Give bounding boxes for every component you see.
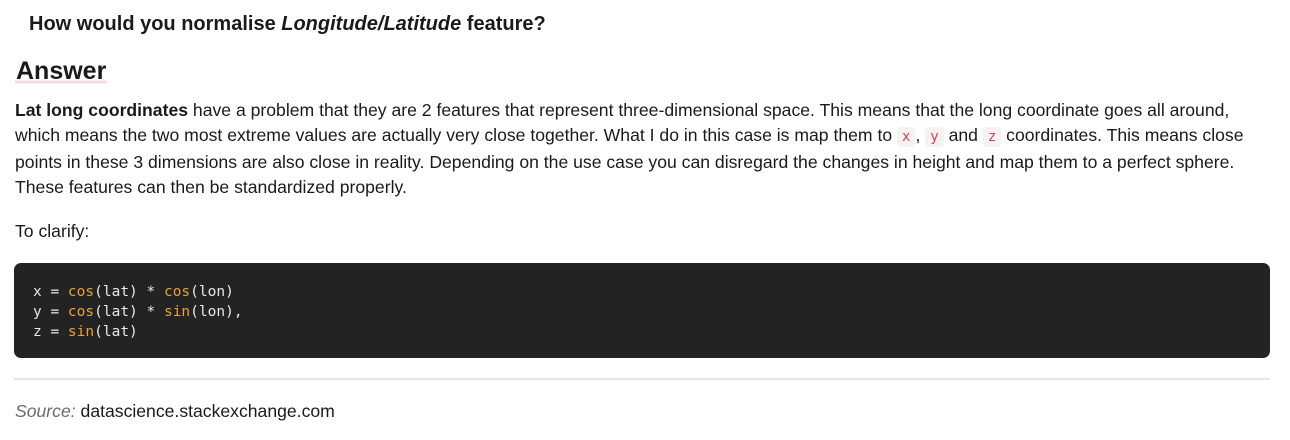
code-line-y: y = cos(lat) * sin(lon), <box>33 302 1251 322</box>
question-emphasis: Longitude/Latitude <box>281 13 462 35</box>
question-title: How would you normalise Longitude/Latitu… <box>29 11 546 37</box>
code-line-y-mid: (lat) * <box>94 304 164 320</box>
clarify-text: To clarify: <box>15 221 90 241</box>
code-line-z: z = sin(lat) <box>33 322 1251 342</box>
code-fn-cos: cos <box>163 284 191 300</box>
answer-bold-lead: Lat long coordinates <box>15 100 189 120</box>
divider <box>14 378 1270 380</box>
code-line-x-end: (lon) <box>190 284 234 300</box>
code-line-z-end: (lat) <box>94 324 138 340</box>
answer-sep-2: and <box>943 125 983 145</box>
question-suffix: feature? <box>461 13 546 35</box>
code-line-z-lhs: z = <box>33 324 68 340</box>
code-line-x-mid: (lat) * <box>94 284 164 300</box>
code-line-y-end: (lon), <box>190 304 243 320</box>
code-fn-sin: sin <box>67 324 95 340</box>
inline-code-y: y <box>925 127 944 147</box>
code-fn-cos: cos <box>67 304 95 320</box>
code-block: x = cos(lat) * cos(lon) y = cos(lat) * s… <box>14 263 1270 358</box>
code-fn-sin: sin <box>163 304 191 320</box>
source-label: Source: <box>15 401 76 421</box>
code-line-x: x = cos(lat) * cos(lon) <box>33 282 1251 302</box>
code-line-y-lhs: y = <box>33 304 68 320</box>
code-fn-cos: cos <box>67 284 95 300</box>
question-prefix: How would you normalise <box>29 13 282 35</box>
inline-code-z: z <box>982 127 1002 147</box>
answer-heading: Answer <box>15 56 108 86</box>
answer-sep-1: , <box>915 125 926 145</box>
source-line: Source: datascience.stackexchange.com <box>15 399 335 424</box>
code-line-x-lhs: x = <box>33 284 68 300</box>
answer-paragraph: Lat long coordinates have a problem that… <box>15 98 1273 200</box>
inline-code-x: x <box>897 127 916 147</box>
source-site: datascience.stackexchange.com <box>80 401 335 421</box>
